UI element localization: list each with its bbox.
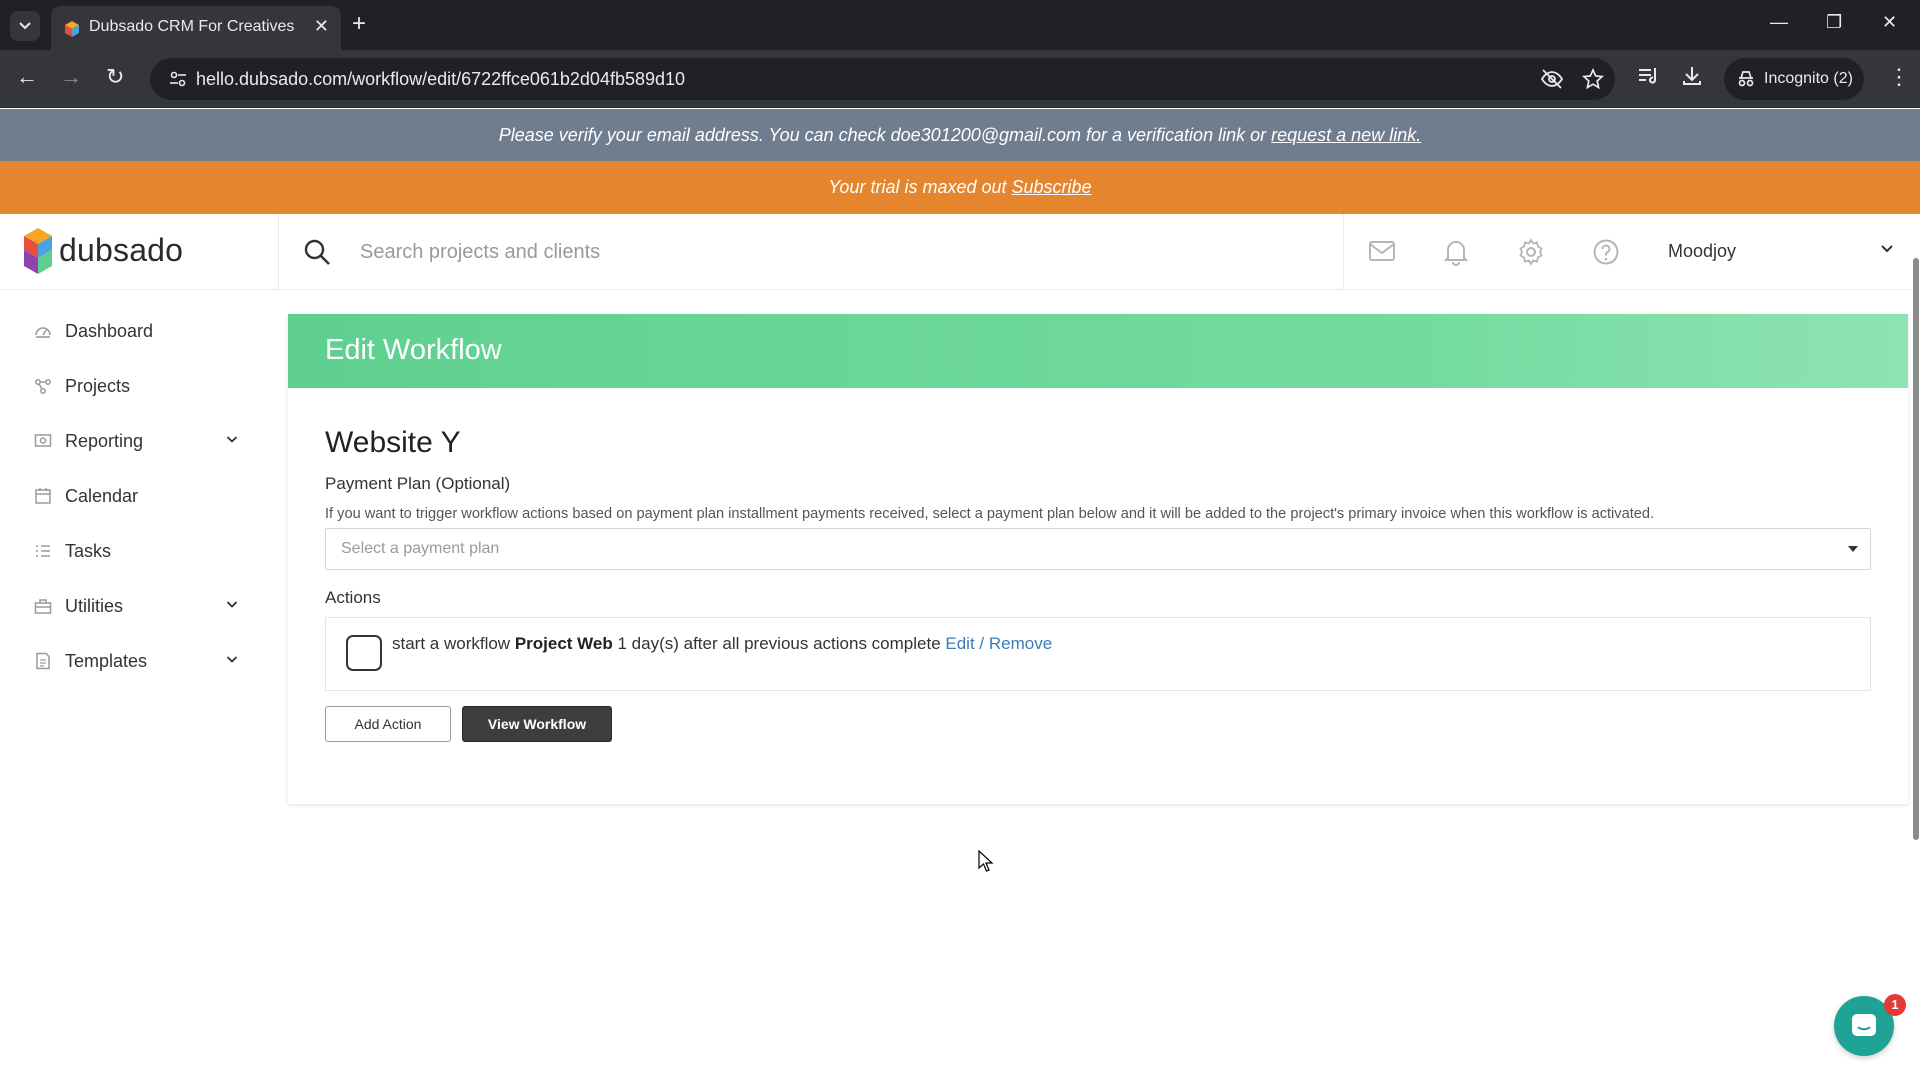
tasks-icon — [36, 545, 50, 557]
mail-icon[interactable] — [1368, 238, 1396, 264]
reporting-icon — [34, 434, 52, 447]
reload-icon[interactable]: ↻ — [106, 64, 124, 90]
sidebar-item-label: Utilities — [65, 596, 124, 616]
link-separator: / — [979, 634, 985, 653]
sidebar-item-label: Calendar — [65, 486, 139, 506]
edit-workflow-card: Edit Workflow Website Y Payment Plan (Op… — [288, 314, 1908, 804]
app-header: dubsado Moodjoy — [0, 214, 1920, 290]
sidebar-item-label: Templates — [65, 651, 148, 671]
remove-action-link[interactable]: Remove — [989, 634, 1052, 653]
tab-title: Dubsado CRM For Creatives — [89, 18, 295, 35]
sidebar-item-dashboard[interactable]: Dashboard — [0, 309, 265, 355]
card-header: Edit Workflow — [288, 314, 1908, 388]
workflow-name[interactable]: Website Y — [325, 426, 461, 460]
page-scrollbar[interactable] — [1913, 258, 1919, 840]
media-control-icon[interactable] — [1636, 64, 1660, 88]
chevron-down-icon[interactable] — [226, 435, 238, 444]
eye-off-icon[interactable] — [1540, 68, 1564, 90]
incognito-icon — [1738, 71, 1754, 87]
trial-text: Your trial is maxed out — [828, 177, 1007, 197]
chat-notification-badge: 1 — [1884, 994, 1906, 1016]
new-tab-icon[interactable]: + — [352, 10, 366, 38]
sidebar-item-tasks[interactable]: Tasks — [0, 529, 265, 575]
actions-label: Actions — [325, 588, 381, 607]
help-icon[interactable] — [1592, 238, 1620, 266]
action-checkbox[interactable] — [346, 635, 382, 671]
sidebar-item-calendar[interactable]: Calendar — [0, 474, 265, 520]
action-item: start a workflow Project Web 1 day(s) af… — [325, 617, 1871, 691]
close-tab-icon[interactable]: ✕ — [314, 16, 329, 37]
dubsado-logo[interactable] — [24, 228, 52, 274]
payment-plan-placeholder: Select a payment plan — [341, 540, 500, 557]
edit-action-link[interactable]: Edit — [945, 634, 974, 653]
chat-icon — [1852, 1014, 1876, 1036]
payment-plan-select[interactable]: Select a payment plan — [325, 528, 1871, 570]
tab-search-button[interactable] — [10, 11, 40, 41]
site-info-icon[interactable] — [168, 69, 188, 89]
back-icon[interactable]: ← — [16, 64, 38, 90]
restore-icon[interactable]: ❐ — [1826, 12, 1842, 33]
mouse-cursor-icon — [978, 850, 994, 872]
browser-toolbar: ← → ↻ hello.dubsado.com/workflow/edit/67… — [0, 50, 1920, 108]
incognito-indicator[interactable]: Incognito (2) — [1724, 58, 1864, 100]
request-new-link[interactable]: request a new link. — [1271, 125, 1421, 145]
sidebar-item-label: Projects — [65, 376, 131, 396]
header-divider — [1343, 214, 1344, 290]
sidebar-item-label: Reporting — [65, 431, 144, 451]
logo-text: dubsado — [59, 232, 184, 268]
bell-icon[interactable] — [1443, 238, 1469, 266]
search-input[interactable] — [360, 234, 1310, 270]
subscribe-link[interactable]: Subscribe — [1012, 177, 1092, 197]
view-workflow-button[interactable]: View Workflow — [462, 706, 612, 742]
sidebar: Dashboard Projects Reporting Calendar Ta… — [0, 290, 265, 1080]
download-icon[interactable] — [1680, 64, 1704, 88]
minimize-icon[interactable]: — — [1770, 12, 1788, 33]
action-prefix: start a workflow — [392, 634, 511, 653]
calendar-icon — [35, 488, 51, 504]
action-suffix: 1 day(s) after all previous actions comp… — [617, 634, 941, 653]
sidebar-item-utilities[interactable]: Utilities — [0, 584, 265, 630]
chevron-down-icon[interactable] — [1880, 244, 1894, 254]
forward-icon[interactable]: → — [60, 64, 82, 90]
action-workflow-name: Project Web — [514, 634, 613, 653]
trial-banner: Your trial is maxed out Subscribe — [0, 161, 1920, 214]
payment-plan-help-text: If you want to trigger workflow actions … — [325, 506, 1655, 522]
templates-icon — [36, 652, 50, 670]
chevron-down-icon — [19, 22, 31, 30]
page-title: Edit Workflow — [325, 334, 502, 366]
browser-tabstrip: Dubsado CRM For Creatives ✕ + — ❐ ✕ — [0, 0, 1920, 50]
sidebar-item-projects[interactable]: Projects — [0, 364, 265, 410]
search-icon[interactable] — [303, 238, 331, 266]
header-divider — [278, 214, 279, 290]
projects-icon — [35, 379, 51, 394]
dashboard-icon — [35, 327, 51, 338]
star-icon[interactable] — [1582, 68, 1604, 90]
sidebar-item-reporting[interactable]: Reporting — [0, 419, 265, 465]
close-window-icon[interactable]: ✕ — [1882, 12, 1897, 33]
url-text: hello.dubsado.com/workflow/edit/6722ffce… — [196, 69, 686, 89]
dubsado-favicon — [65, 21, 79, 37]
utilities-icon — [34, 599, 52, 614]
add-action-button[interactable]: Add Action — [325, 706, 451, 742]
action-description: start a workflow Project Web 1 day(s) af… — [392, 634, 1052, 654]
incognito-label: Incognito (2) — [1764, 70, 1853, 87]
verify-email-banner: Please verify your email address. You ca… — [0, 109, 1920, 161]
chevron-down-icon[interactable] — [226, 655, 238, 664]
user-name[interactable]: Moodjoy — [1668, 241, 1736, 262]
chevron-down-icon[interactable] — [226, 600, 238, 609]
sidebar-item-label: Tasks — [65, 541, 112, 561]
gear-icon[interactable] — [1517, 238, 1545, 266]
sidebar-item-templates[interactable]: Templates — [0, 639, 265, 685]
browser-tab[interactable]: Dubsado CRM For Creatives ✕ — [51, 6, 341, 50]
sidebar-item-label: Dashboard — [65, 321, 154, 341]
browser-menu-icon[interactable]: ⋮ — [1888, 64, 1910, 90]
payment-plan-label: Payment Plan (Optional) — [325, 474, 511, 493]
omnibox[interactable]: hello.dubsado.com/workflow/edit/6722ffce… — [150, 58, 1615, 100]
caret-down-icon — [1848, 546, 1858, 552]
verify-email-text: Please verify your email address. You ca… — [498, 125, 1267, 145]
